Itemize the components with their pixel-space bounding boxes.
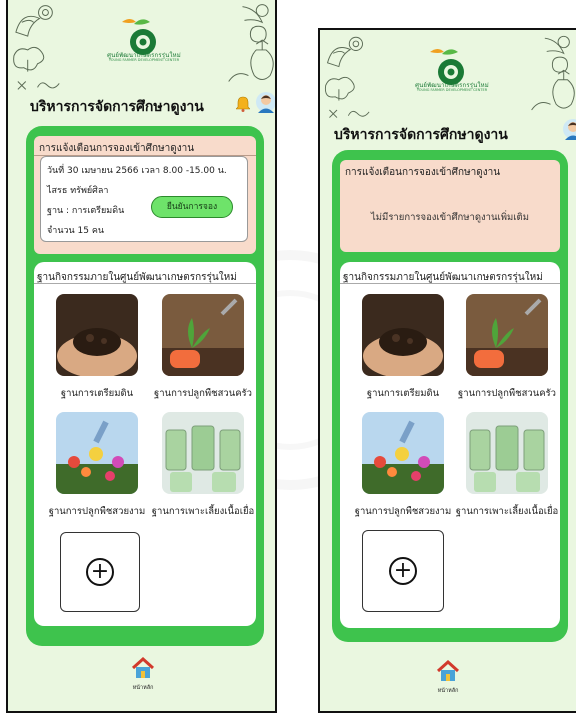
activities-divider [340,283,560,284]
station-tissue-culture[interactable]: ฐานการเพาะเลี้ยงเนื้อเยื่อ [456,412,558,517]
no-booking-message: ไม่มีรายการจองเข้าศึกษาดูงานเพิ่มเติม [371,212,529,223]
station-kitchen-garden[interactable]: ฐานการปลูกพืชสวนครัว [458,294,556,399]
nav-home-button[interactable]: หน้าหลัก [428,659,468,695]
station-soil-preparation[interactable]: ฐานการเตรียมดิน [56,294,138,399]
booking-request-card: วันที่ 30 เมษายน 2566 เวลา 8.00 -15.00 น… [40,156,248,242]
activities-divider [34,283,256,284]
kitchen-garden-photo [162,294,244,376]
confirm-booking-button[interactable]: ยืนยันการจอง [151,196,233,218]
station-ornamental-plants[interactable]: ฐานการปลูกพืชสวยงาม [49,412,145,517]
bell-icon[interactable] [235,96,251,116]
soil-hands-photo [56,294,138,376]
nav-home-button[interactable]: หน้าหลัก [123,656,163,692]
add-station-button[interactable]: + [362,530,444,612]
phone-screen-with-booking: ศูนย์พัฒนาเกษตรกรรุ่นใหม่ YOUNG FARMER D… [6,0,277,713]
nav-home-label: หน้าหลัก [437,688,459,694]
notice-title: การแจ้งเตือนการจองเข้าศึกษาดูงาน [345,167,501,178]
booking-date-time: วันที่ 30 เมษายน 2566 เวลา 8.00 -15.00 น… [47,166,227,176]
booking-requester-name: ไสรธ ทรัพย์ศิลา [47,186,109,196]
phone-screen-empty-notice: ศูนย์พัฒนาเกษตรกรรุ่นใหม่ YOUNG FARMER D… [318,28,576,713]
station-label: ฐานการปลูกพืชสวนครัว [154,388,252,399]
station-label: ฐานการเพาะเลี้ยงเนื้อเยื่อ [151,506,255,517]
nav-home-label: หน้าหลัก [132,685,154,691]
activity-stations-panel: ฐานกิจกรรมภายในศูนย์พัฒนาเกษตรกรรุ่นใหม่… [34,262,256,626]
booking-station: ฐาน : การเตรียมดิน [47,206,125,216]
station-label: ฐานการปลูกพืชสวนครัว [458,388,556,399]
station-label: ฐานการเพาะเลี้ยงเนื้อเยื่อ [455,506,559,517]
center-logo [88,14,198,72]
ornamental-plants-photo [56,412,138,494]
plus-circle-icon: + [389,557,417,585]
booking-visitor-count: จำนวน 15 คน [47,226,105,236]
soil-hands-photo [362,294,444,376]
station-ornamental-plants[interactable]: ฐานการปลูกพืชสวยงาม [355,412,451,517]
home-icon [131,656,155,678]
activity-stations-panel: ฐานกิจกรรมภายในศูนย์พัฒนาเกษตรกรรุ่นใหม่… [340,262,560,628]
kitchen-garden-photo [466,294,548,376]
booking-notice-panel: การแจ้งเตือนการจองเข้าศึกษาดูงาน วันที่ … [34,136,256,254]
user-avatar-icon[interactable] [255,91,275,119]
notice-title: การแจ้งเตือนการจองเข้าศึกษาดูงาน [39,143,195,154]
user-avatar-icon[interactable] [562,118,576,146]
center-name-en: YOUNG FARMER DEVELOPMENT CENTER [416,88,488,92]
station-kitchen-garden[interactable]: ฐานการปลูกพืชสวนครัว [154,294,252,399]
page-title: บริหารการจัดการศึกษาดูงาน [30,99,204,115]
booking-notice-panel: การแจ้งเตือนการจองเข้าศึกษาดูงาน ไม่มีรา… [340,160,560,252]
page-title: บริหารการจัดการศึกษาดูงาน [334,127,508,143]
plus-circle-icon: + [86,558,114,586]
tissue-culture-photo [162,412,244,494]
center-name-en: YOUNG FARMER DEVELOPMENT CENTER [108,58,180,62]
home-icon [436,659,460,681]
add-station-button[interactable]: + [60,532,140,612]
station-soil-preparation[interactable]: ฐานการเตรียมดิน [362,294,444,399]
tissue-culture-photo [466,412,548,494]
station-tissue-culture[interactable]: ฐานการเพาะเลี้ยงเนื้อเยื่อ [152,412,254,517]
ornamental-plants-photo [362,412,444,494]
center-logo [396,44,506,102]
